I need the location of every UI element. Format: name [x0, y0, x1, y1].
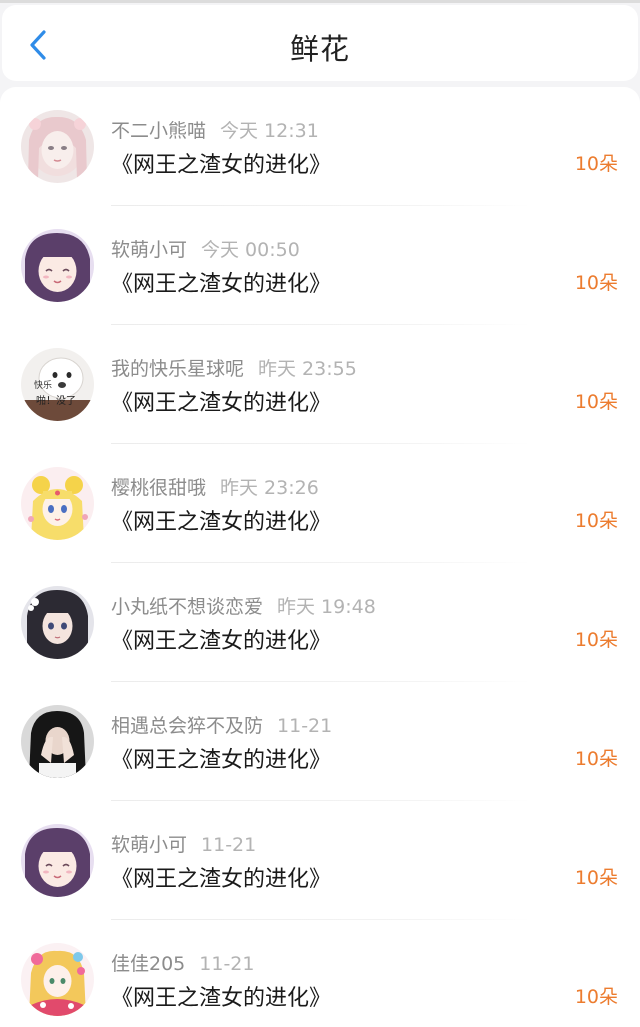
status-bar-strip: [0, 0, 640, 3]
book-title[interactable]: 《网王之渣女的进化》: [111, 385, 331, 417]
list-item[interactable]: 快乐 啪！没了 我的快乐星球呢 昨天 23:55 《网王之渣女的进化》 10朵: [0, 325, 640, 444]
list-item[interactable]: 相遇总会猝不及防 11-21 《网王之渣女的进化》 10朵: [0, 682, 640, 801]
list-item[interactable]: 不二小熊喵 今天 12:31 《网王之渣女的进化》 10朵: [0, 87, 640, 206]
avatar[interactable]: [21, 229, 94, 302]
flower-count: 10朵: [574, 153, 618, 175]
user-name[interactable]: 佳佳205: [111, 953, 185, 975]
page-title: 鲜花: [289, 32, 350, 66]
list-item[interactable]: 樱桃很甜哦 昨天 23:26 《网王之渣女的进化》 10朵: [0, 444, 640, 563]
flower-count: 10朵: [574, 629, 618, 651]
list-item[interactable]: 软萌小可 今天 00:50 《网王之渣女的进化》 10朵: [0, 206, 640, 325]
user-name[interactable]: 相遇总会猝不及防: [111, 715, 263, 737]
flower-count: 10朵: [574, 391, 618, 413]
timestamp: 昨天 23:55: [258, 358, 357, 380]
book-title[interactable]: 《网王之渣女的进化》: [111, 147, 331, 179]
avatar[interactable]: [21, 943, 94, 1016]
user-line: 我的快乐星球呢 昨天 23:55: [111, 354, 357, 381]
user-name[interactable]: 软萌小可: [111, 834, 187, 856]
flower-list: 不二小熊喵 今天 12:31 《网王之渣女的进化》 10朵 软萌小可 今天 00:5…: [0, 87, 640, 1027]
timestamp: 今天 12:31: [220, 120, 319, 142]
avatar[interactable]: [21, 586, 94, 659]
user-name[interactable]: 樱桃很甜哦: [111, 477, 206, 499]
avatar-caption: 啪！没了: [36, 394, 76, 407]
timestamp: 今天 00:50: [201, 239, 300, 261]
user-line: 小丸纸不想谈恋爱 昨天 19:48: [111, 592, 376, 619]
book-title[interactable]: 《网王之渣女的进化》: [111, 266, 331, 298]
flower-count: 10朵: [574, 272, 618, 294]
flower-count: 10朵: [574, 510, 618, 532]
user-name[interactable]: 不二小熊喵: [111, 120, 206, 142]
user-line: 软萌小可 今天 00:50: [111, 235, 300, 262]
flower-count: 10朵: [574, 867, 618, 889]
avatar[interactable]: [21, 110, 94, 183]
timestamp: 11-21: [199, 953, 255, 975]
list-item[interactable]: 软萌小可 11-21 《网王之渣女的进化》 10朵: [0, 801, 640, 920]
user-name[interactable]: 软萌小可: [111, 239, 187, 261]
avatar[interactable]: 快乐 啪！没了: [21, 348, 94, 421]
user-line: 软萌小可 11-21: [111, 830, 256, 857]
book-title[interactable]: 《网王之渣女的进化》: [111, 623, 331, 655]
avatar[interactable]: [21, 467, 94, 540]
list-item[interactable]: 佳佳205 11-21 《网王之渣女的进化》 10朵: [0, 920, 640, 1027]
timestamp: 昨天 19:48: [277, 596, 376, 618]
book-title[interactable]: 《网王之渣女的进化》: [111, 504, 331, 536]
user-line: 相遇总会猝不及防 11-21: [111, 711, 332, 738]
timestamp: 昨天 23:26: [220, 477, 319, 499]
book-title[interactable]: 《网王之渣女的进化》: [111, 861, 331, 893]
book-title[interactable]: 《网王之渣女的进化》: [111, 980, 331, 1012]
user-line: 佳佳205 11-21: [111, 949, 254, 976]
book-title[interactable]: 《网王之渣女的进化》: [111, 742, 331, 774]
list-item[interactable]: 小丸纸不想谈恋爱 昨天 19:48 《网王之渣女的进化》 10朵: [0, 563, 640, 682]
avatar[interactable]: [21, 824, 94, 897]
timestamp: 11-21: [201, 834, 257, 856]
user-line: 樱桃很甜哦 昨天 23:26: [111, 473, 319, 500]
nav-header: 鲜花: [2, 5, 638, 81]
flower-count: 10朵: [574, 748, 618, 770]
flower-count: 10朵: [574, 986, 618, 1008]
user-line: 不二小熊喵 今天 12:31: [111, 116, 319, 143]
user-name[interactable]: 小丸纸不想谈恋爱: [111, 596, 263, 618]
timestamp: 11-21: [277, 715, 333, 737]
user-name[interactable]: 我的快乐星球呢: [111, 358, 244, 380]
avatar-caption: 快乐: [34, 379, 52, 391]
avatar[interactable]: [21, 705, 94, 778]
